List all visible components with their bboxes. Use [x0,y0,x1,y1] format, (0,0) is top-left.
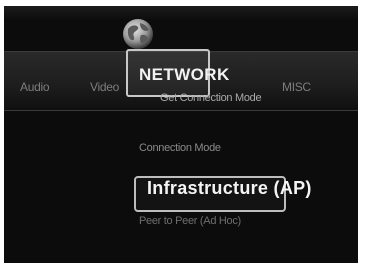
page-subtitle: Get Connection Mode [160,92,262,104]
option-infrastructure-label: Infrastructure (AP) [147,178,312,198]
connection-mode-label: Connection Mode [139,142,221,154]
tab-audio[interactable]: Audio [20,80,50,94]
network-tab-label: NETWORK [139,65,230,84]
option-peer-to-peer[interactable]: Peer to Peer (Ad Hoc) [139,215,241,227]
top-band [4,6,358,20]
settings-screen: Audio Video MISC NETWORK Get Connection … [4,6,358,263]
globe-icon [123,19,153,49]
tab-video[interactable]: Video [90,80,119,94]
tab-misc[interactable]: MISC [282,80,311,94]
